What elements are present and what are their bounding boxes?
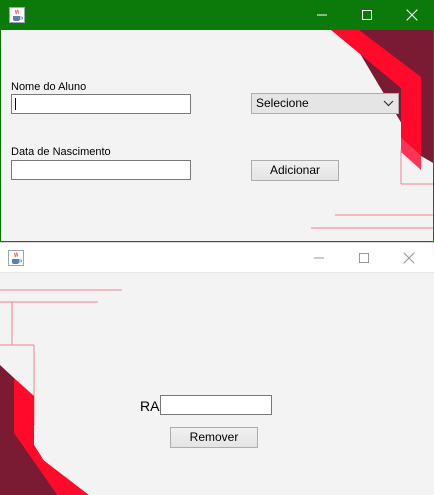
close-icon [403,252,414,264]
dropdown-selected-value: Selecione [256,96,309,110]
minimize-icon [313,257,324,259]
remove-button[interactable]: Remover [170,427,258,448]
java-cup-icon [9,7,25,23]
titlebar[interactable] [1,0,433,30]
birth-date-label: Data de Nascimento [11,146,111,158]
birth-date-field[interactable] [11,160,191,180]
chevron-down-icon [383,100,394,107]
java-cup-icon [8,250,24,266]
ra-label: RA [140,398,160,414]
remove-student-window: RA Remover [0,242,434,495]
maximize-icon [358,253,369,263]
add-student-window: Nome do Aluno Data de Nascimento Selecio… [0,0,434,242]
remove-student-content: RA Remover [0,273,434,495]
close-icon [406,9,417,21]
decorative-background [0,289,122,495]
add-student-content: Nome do Aluno Data de Nascimento Selecio… [1,30,433,241]
student-name-label: Nome do Aluno [11,81,87,93]
titlebar[interactable] [0,243,434,273]
close-button[interactable] [386,243,431,273]
ra-field[interactable] [160,395,272,415]
selection-dropdown[interactable]: Selecione [251,93,399,114]
decorative-background [311,30,433,229]
student-name-field[interactable] [11,94,191,114]
maximize-button[interactable] [341,243,386,273]
minimize-button[interactable] [296,243,341,273]
add-button[interactable]: Adicionar [251,160,339,181]
text-caret [15,98,16,110]
close-button[interactable] [389,0,433,30]
maximize-icon [361,10,372,20]
minimize-button[interactable] [299,0,344,30]
minimize-icon [316,14,327,16]
maximize-button[interactable] [344,0,389,30]
